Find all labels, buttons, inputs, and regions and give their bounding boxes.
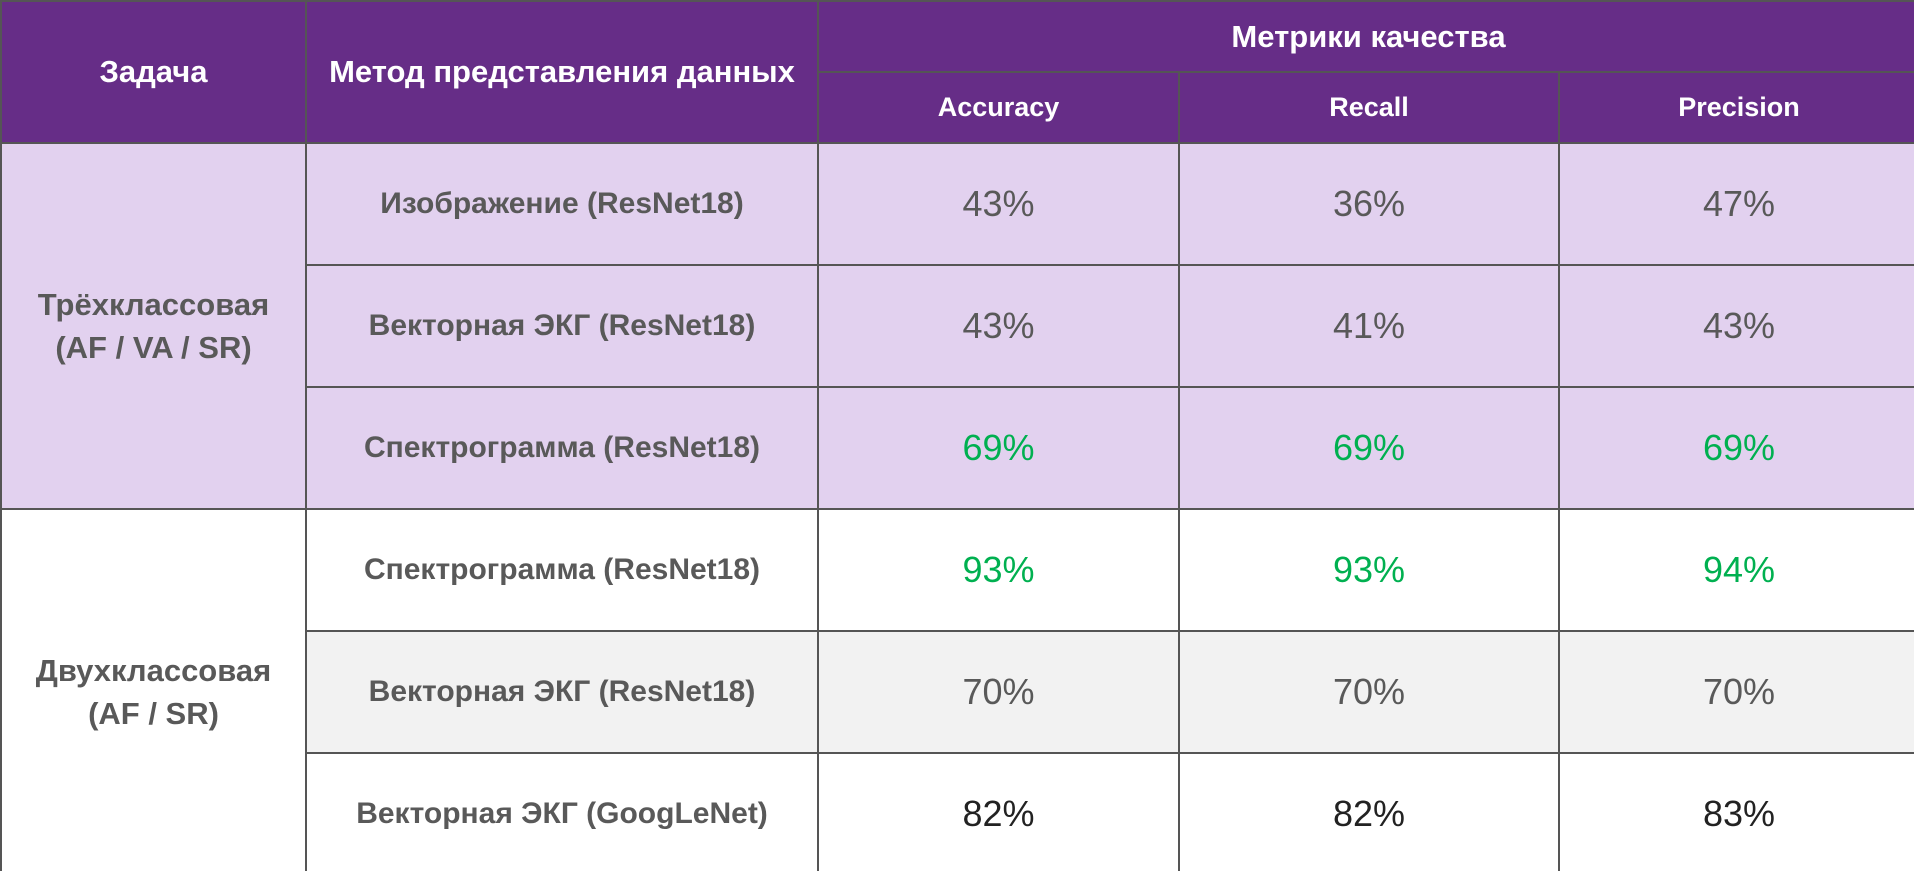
recall-value: 41% <box>1178 264 1560 388</box>
method-cell: Изображение (ResNet18) <box>305 142 819 266</box>
precision-value: 70% <box>1557 630 1914 754</box>
precision-value: 83% <box>1557 752 1914 871</box>
task-classes: (AF / SR) <box>88 696 219 731</box>
method-cell: Векторная ЭКГ (GoogLeNet) <box>305 752 819 871</box>
header-task: Задача <box>0 0 307 144</box>
recall-value: 69% <box>1178 386 1560 510</box>
header-metrics: Метрики качества <box>816 0 1914 73</box>
task-classes: (AF / VA / SR) <box>55 330 252 365</box>
header-precision: Precision <box>1557 71 1914 144</box>
accuracy-value: 70% <box>817 630 1180 754</box>
accuracy-value: 93% <box>817 508 1180 632</box>
precision-value: 47% <box>1557 142 1914 266</box>
recall-value: 70% <box>1178 630 1560 754</box>
method-cell: Спектрограмма (ResNet18) <box>305 508 819 632</box>
task-cell-three-class: Трёхклассовая (AF / VA / SR) <box>0 142 307 510</box>
recall-value: 36% <box>1178 142 1560 266</box>
recall-value: 82% <box>1178 752 1560 871</box>
task-name: Трёхклассовая <box>37 287 270 322</box>
precision-value: 43% <box>1557 264 1914 388</box>
recall-value: 93% <box>1178 508 1560 632</box>
task-cell-two-class: Двухклассовая (AF / SR) <box>0 508 307 871</box>
header-accuracy: Accuracy <box>817 71 1180 144</box>
method-cell: Векторная ЭКГ (ResNet18) <box>305 630 819 754</box>
task-name: Двухклассовая <box>35 653 272 688</box>
precision-value: 94% <box>1557 508 1914 632</box>
method-cell: Спектрограмма (ResNet18) <box>305 386 819 510</box>
precision-value: 69% <box>1557 386 1914 510</box>
accuracy-value: 43% <box>817 264 1180 388</box>
table-row: Трёхклассовая (AF / VA / SR) Изображение… <box>0 142 1914 510</box>
accuracy-value: 69% <box>817 386 1180 510</box>
accuracy-value: 43% <box>817 142 1180 266</box>
accuracy-value: 82% <box>817 752 1180 871</box>
header-recall: Recall <box>1178 71 1560 144</box>
table-row: Двухклассовая (AF / SR) Спектрограмма (R… <box>0 508 1914 871</box>
metrics-table: Задача Метод представления данных Метрик… <box>0 0 1914 871</box>
method-cell: Векторная ЭКГ (ResNet18) <box>305 264 819 388</box>
header-method: Метод представления данных <box>305 0 819 144</box>
